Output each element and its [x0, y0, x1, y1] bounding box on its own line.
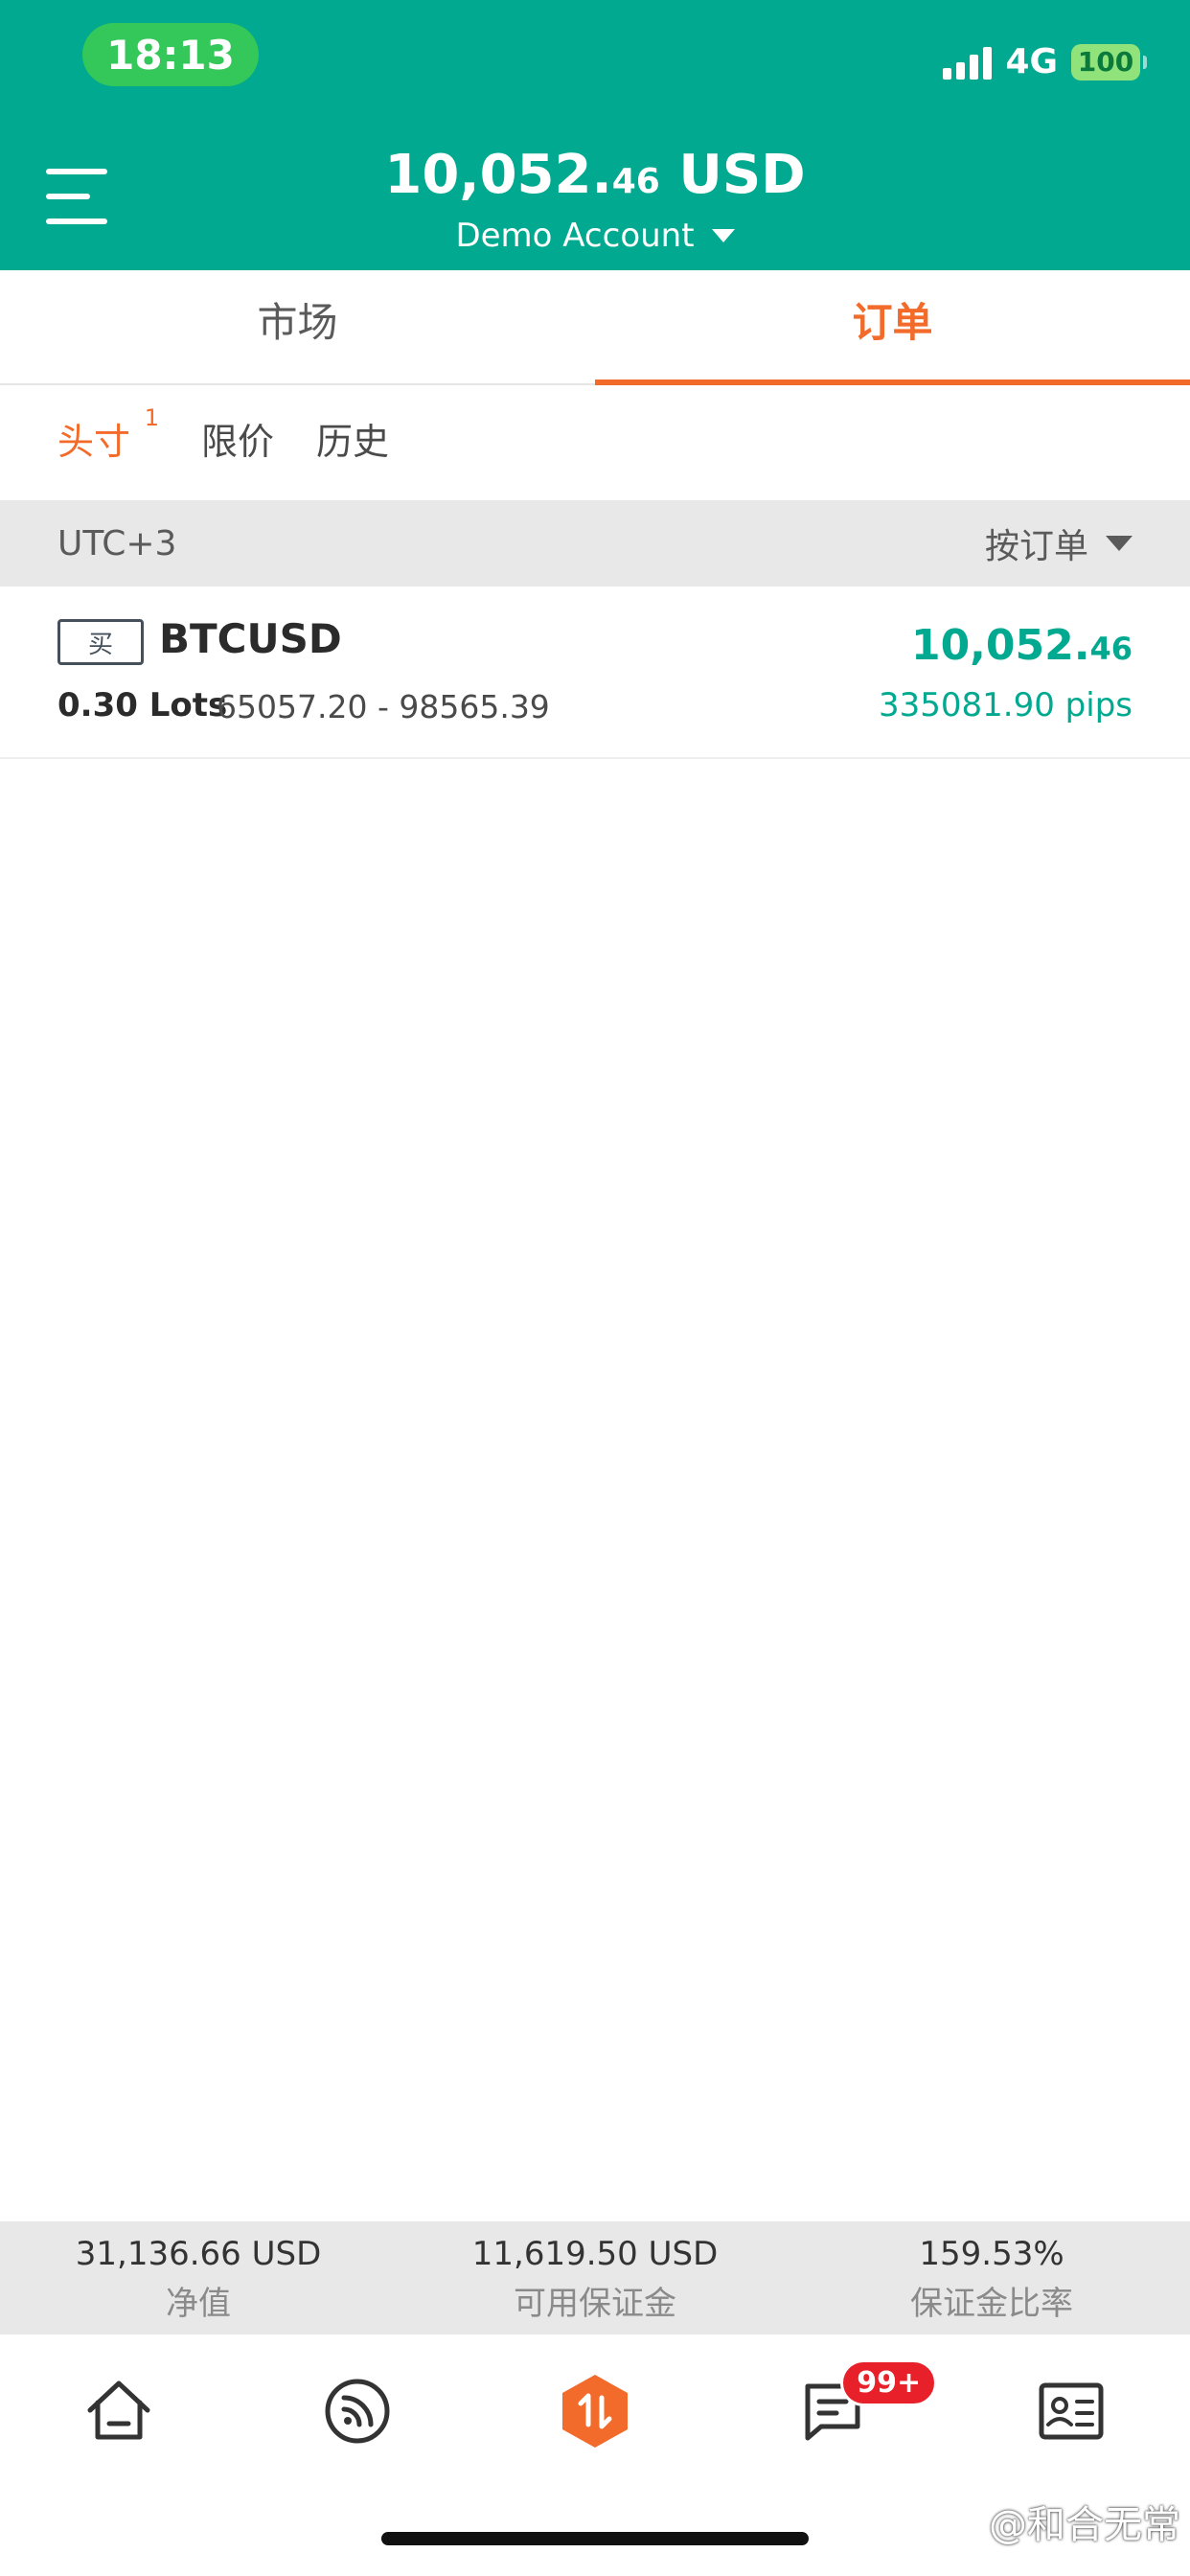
balance-integer: 10,052.	[384, 144, 612, 206]
subtab-history[interactable]: 历史	[316, 412, 389, 465]
order-lots: 0.30 Lots	[57, 686, 228, 724]
tab-market[interactable]: 市场	[0, 270, 595, 383]
stat-label: 净值	[166, 2285, 231, 2323]
account-name: Demo Account	[455, 217, 695, 255]
chevron-down-icon	[1106, 536, 1133, 551]
stat-label: 保证金比率	[910, 2285, 1073, 2323]
order-symbol: BTCUSD	[159, 615, 342, 662]
status-time: 18:13	[82, 23, 259, 86]
bottom-nav: 99+	[0, 2334, 1190, 2488]
nav-feed[interactable]	[238, 2334, 475, 2488]
messages-badge: 99+	[840, 2359, 938, 2406]
account-balance: 10,052.46 USD	[0, 144, 1190, 206]
watermark: @和合无常	[989, 2503, 1180, 2547]
balance-decimal: 46	[611, 162, 660, 201]
home-icon	[87, 2380, 150, 2440]
positions-count: 1	[144, 404, 160, 431]
nav-home[interactable]	[0, 2334, 238, 2488]
subtab-positions[interactable]: 头寸 1	[57, 404, 159, 465]
order-pips: 335081.90 pips	[879, 686, 1133, 724]
stat-equity: 31,136.66 USD 净值	[0, 2221, 397, 2334]
stat-value: 159.53%	[919, 2235, 1064, 2273]
home-indicator[interactable]	[381, 2532, 809, 2545]
order-price-range: 65057.20 - 98565.39	[217, 688, 550, 725]
network-type: 4G	[1005, 42, 1058, 81]
stat-label: 可用保证金	[514, 2285, 676, 2323]
sort-label: 按订单	[984, 527, 1088, 566]
nav-messages[interactable]: 99+	[714, 2334, 951, 2488]
profit-decimal: 46	[1089, 631, 1133, 667]
nav-profile[interactable]	[952, 2334, 1190, 2488]
stat-margin-level: 159.53% 保证金比率	[793, 2221, 1190, 2334]
profit-integer: 10,052.	[910, 621, 1090, 670]
order-row[interactable]: 买 BTCUSD 0.30 Lots 65057.20 - 98565.39 1…	[0, 586, 1190, 759]
timezone-label: UTC+3	[57, 523, 177, 564]
stat-value: 11,619.50 USD	[471, 2235, 719, 2273]
balance-currency: USD	[678, 144, 806, 206]
stat-free-margin: 11,619.50 USD 可用保证金	[397, 2221, 793, 2334]
sort-dropdown[interactable]: 按订单	[985, 518, 1133, 568]
battery-level: 100	[1077, 46, 1134, 78]
chevron-down-icon	[711, 229, 735, 242]
filter-bar: UTC+3 按订单	[0, 500, 1190, 586]
trade-icon	[562, 2375, 629, 2448]
profile-card-icon	[1039, 2382, 1104, 2440]
stat-value: 31,136.66 USD	[75, 2235, 322, 2273]
order-profit: 10,052.46	[911, 621, 1133, 670]
account-stats: 31,136.66 USD 净值 11,619.50 USD 可用保证金 159…	[0, 2221, 1190, 2334]
nav-trade[interactable]	[476, 2334, 714, 2488]
tab-orders[interactable]: 订单	[595, 270, 1190, 385]
subtab-limit[interactable]: 限价	[201, 412, 274, 465]
app-header: 18:13 4G 100 10,052.46 USD Demo Account	[0, 0, 1190, 270]
battery-icon: 100	[1071, 43, 1147, 80]
order-subtabs: 头寸 1 限价 历史	[57, 404, 389, 465]
subtab-positions-label: 头寸	[57, 421, 131, 463]
main-tabs: 市场 订单	[0, 270, 1190, 385]
signal-icon	[943, 45, 993, 80]
side-badge: 买	[57, 619, 144, 665]
account-selector[interactable]: Demo Account	[0, 217, 1190, 255]
feed-icon	[325, 2379, 390, 2444]
status-indicators: 4G 100	[943, 42, 1147, 81]
